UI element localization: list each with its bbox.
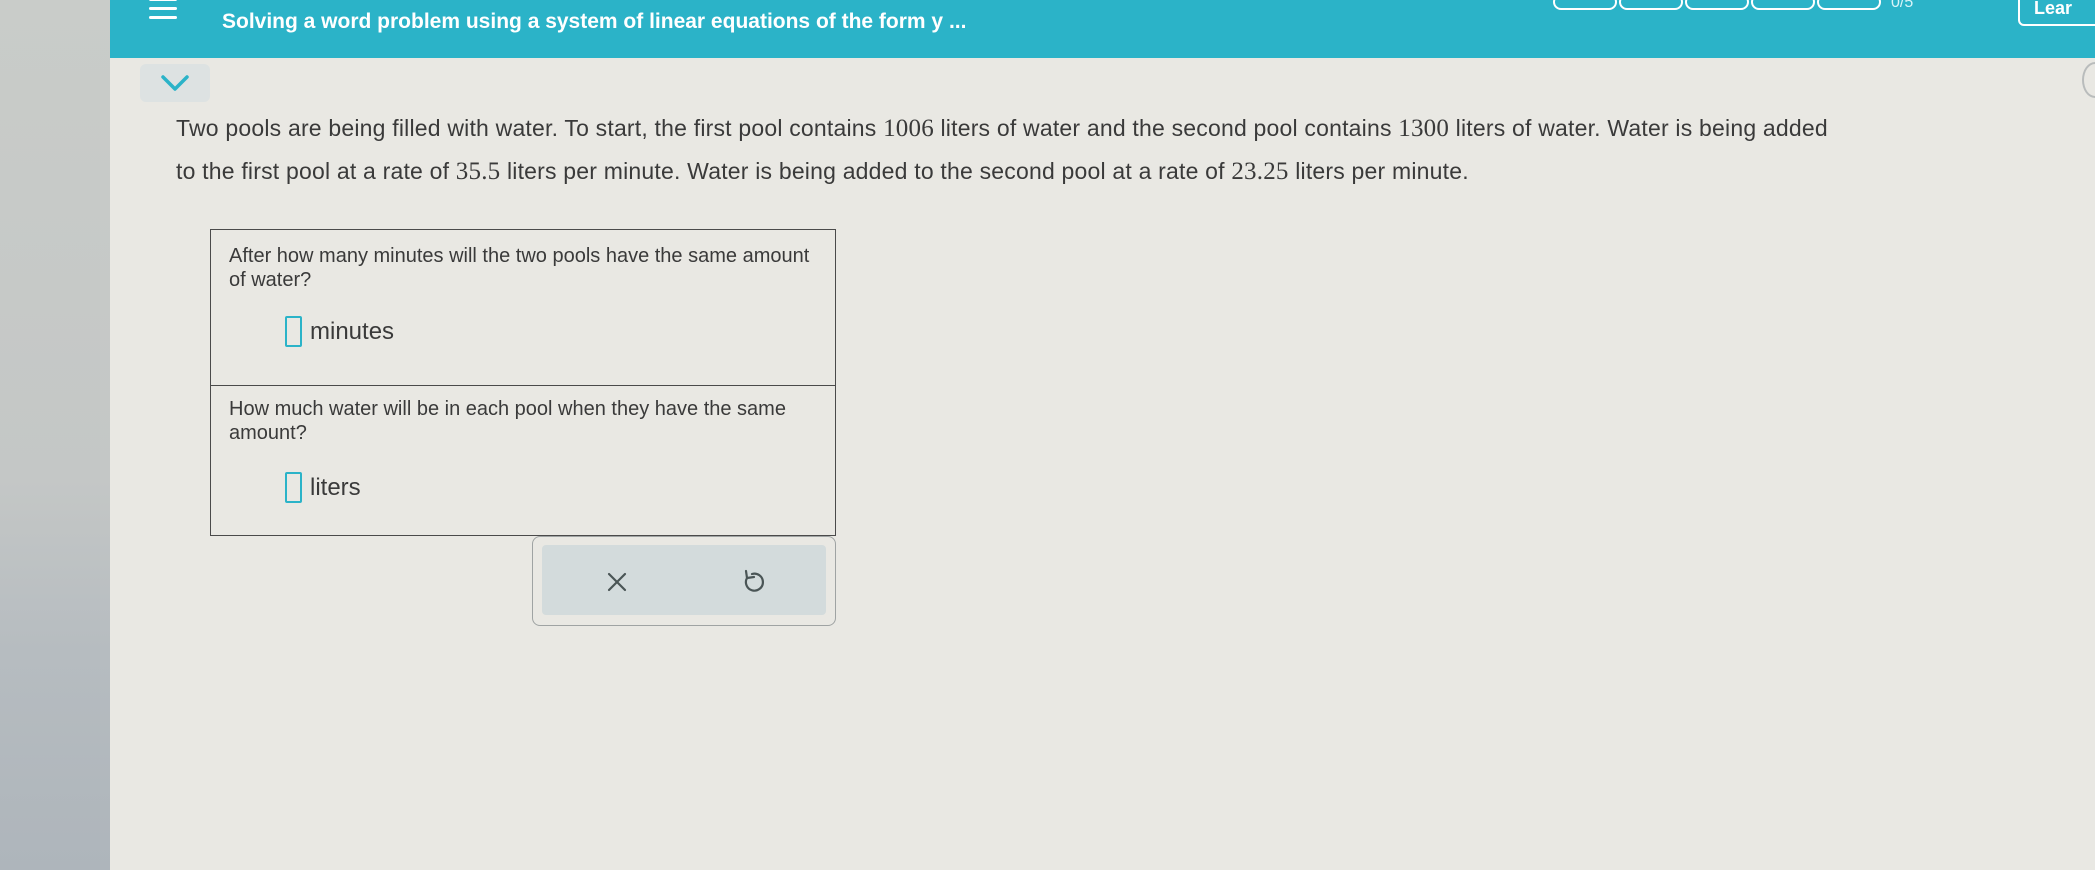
hamburger-menu-icon [149, 0, 177, 1]
first-pool-rate: 35.5 [455, 158, 501, 185]
answer-row-minutes: minutes [285, 316, 394, 347]
answer-row-liters: liters [285, 472, 361, 503]
liters-answer-input[interactable] [285, 472, 302, 503]
first-pool-initial: 1006 [883, 115, 934, 142]
undo-icon [744, 569, 764, 592]
question-2-text: How much water will be in each pool when… [229, 398, 786, 444]
liters-unit-label: liters [310, 473, 361, 501]
undo-button[interactable] [737, 567, 767, 597]
progress-segment [1685, 0, 1749, 10]
progress-bar [1553, 0, 1881, 12]
minutes-answer-input[interactable] [285, 316, 302, 347]
progress-segment [1751, 0, 1815, 10]
progress-segment [1619, 0, 1683, 10]
x-close-icon [607, 572, 627, 592]
right-edge-ring [2082, 62, 2095, 98]
learn-button[interactable]: Lear [2018, 0, 2095, 26]
progress-segment [1817, 0, 1881, 10]
page-title: Solving a word problem using a system of… [222, 10, 967, 33]
question-1-text: After how many minutes will the two pool… [229, 245, 810, 291]
clear-button[interactable] [602, 567, 632, 597]
second-pool-rate: 23.25 [1231, 158, 1289, 185]
problem-statement: Two pools are being filled with water. T… [176, 115, 1828, 185]
chevron-down-icon [161, 75, 189, 91]
action-bar [542, 545, 826, 615]
progress-segment [1553, 0, 1617, 10]
question-box: After how many minutes will the two pool… [210, 229, 836, 536]
action-panel [532, 536, 836, 626]
menu-button[interactable] [145, 0, 185, 30]
minutes-unit-label: minutes [310, 317, 395, 345]
second-pool-initial: 1300 [1398, 115, 1450, 142]
left-margin [0, 0, 110, 870]
collapse-button[interactable] [140, 64, 210, 102]
progress-count: 0/5 [1891, 0, 1914, 11]
question-divider [211, 385, 835, 386]
